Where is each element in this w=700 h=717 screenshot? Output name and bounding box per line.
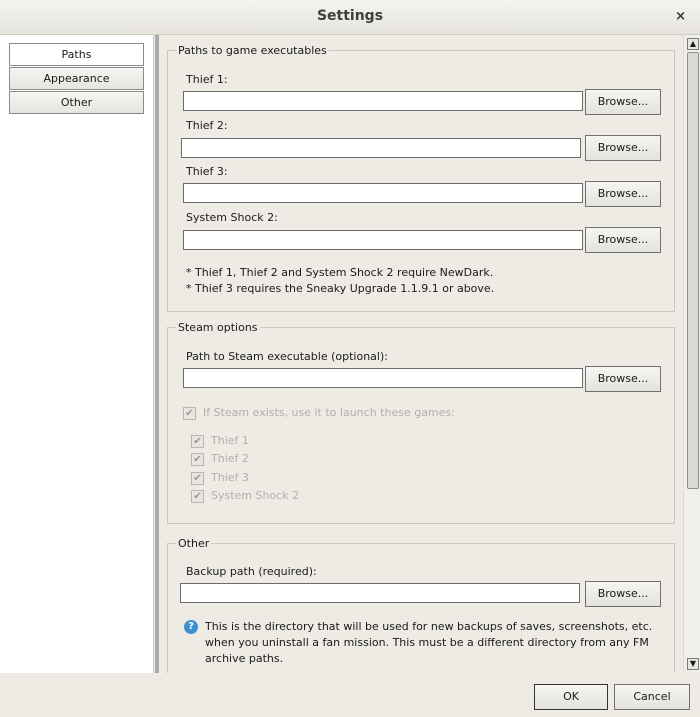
- check-icon: ✔: [191, 452, 204, 466]
- nav-paths-button[interactable]: Paths: [9, 43, 144, 66]
- ss2-label: System Shock 2:: [186, 211, 278, 224]
- close-icon[interactable]: ×: [675, 9, 686, 24]
- thief3-label: Thief 3:: [186, 165, 228, 178]
- title-bar: Settings ×: [0, 0, 700, 35]
- steam-group-legend: Steam options: [178, 321, 258, 334]
- info-icon: ?: [184, 620, 198, 634]
- use-steam-label: If Steam exists, use it to launch these …: [203, 406, 455, 419]
- arrow-up-icon[interactable]: ▲: [687, 38, 699, 50]
- thief2-browse-button[interactable]: Browse...: [585, 135, 661, 161]
- backup-info-line: archive paths.: [205, 652, 284, 665]
- other-group-legend: Other: [178, 537, 210, 550]
- steam-path-input[interactable]: [183, 368, 583, 388]
- steam-ss2-label: System Shock 2: [211, 489, 300, 502]
- thief3-path-input[interactable]: [183, 183, 583, 203]
- settings-nav: Paths Appearance Other: [0, 35, 154, 673]
- steam-thief1-checkbox[interactable]: ✔ Thief 1: [191, 434, 249, 450]
- ss2-path-input[interactable]: [183, 230, 583, 250]
- check-icon: ✔: [191, 434, 204, 448]
- nav-other-button[interactable]: Other: [9, 91, 144, 114]
- thief1-label: Thief 1:: [186, 73, 228, 86]
- thief1-path-input[interactable]: [183, 91, 583, 111]
- thief1-browse-button[interactable]: Browse...: [585, 89, 661, 115]
- steam-thief3-label: Thief 3: [211, 471, 249, 484]
- steam-ss2-checkbox[interactable]: ✔ System Shock 2: [191, 489, 299, 505]
- steam-thief3-checkbox[interactable]: ✔ Thief 3: [191, 471, 249, 487]
- arrow-down-icon[interactable]: ▼: [687, 658, 699, 670]
- nav-appearance-button[interactable]: Appearance: [9, 67, 144, 90]
- steam-path-label: Path to Steam executable (optional):: [186, 350, 388, 363]
- pane-separator[interactable]: [155, 35, 159, 673]
- paths-group-legend: Paths to game executables: [178, 44, 327, 57]
- cancel-button[interactable]: Cancel: [614, 684, 690, 710]
- backup-path-input[interactable]: [180, 583, 580, 603]
- backup-info-text: This is the directory that will be used …: [205, 619, 665, 667]
- steam-thief2-checkbox[interactable]: ✔ Thief 2: [191, 452, 249, 468]
- backup-info-line: when you uninstall a fan mission. This m…: [205, 636, 649, 649]
- check-icon: ✔: [191, 471, 204, 485]
- use-steam-checkbox[interactable]: ✔ If Steam exists, use it to launch these…: [183, 406, 455, 422]
- backup-info-line: This is the directory that will be used …: [205, 620, 653, 633]
- window-title: Settings: [316, 8, 384, 24]
- thief2-label: Thief 2:: [186, 119, 228, 132]
- steam-thief2-label: Thief 2: [211, 452, 249, 465]
- scrollbar-thumb[interactable]: [687, 52, 699, 489]
- check-icon: ✔: [183, 406, 196, 420]
- thief2-path-input[interactable]: [181, 138, 581, 158]
- dialog-footer: OK Cancel: [0, 673, 700, 717]
- check-icon: ✔: [191, 489, 204, 503]
- steam-browse-button[interactable]: Browse...: [585, 366, 661, 392]
- sneaky-upgrade-note: * Thief 3 requires the Sneaky Upgrade 1.…: [186, 282, 495, 295]
- ss2-browse-button[interactable]: Browse...: [585, 227, 661, 253]
- thief3-browse-button[interactable]: Browse...: [585, 181, 661, 207]
- backup-browse-button[interactable]: Browse...: [585, 581, 661, 607]
- backup-path-label: Backup path (required):: [186, 565, 317, 578]
- steam-thief1-label: Thief 1: [211, 434, 249, 447]
- vertical-scrollbar[interactable]: ▲ ▼: [683, 35, 700, 673]
- newdark-note: * Thief 1, Thief 2 and System Shock 2 re…: [186, 266, 494, 279]
- ok-button[interactable]: OK: [534, 684, 608, 710]
